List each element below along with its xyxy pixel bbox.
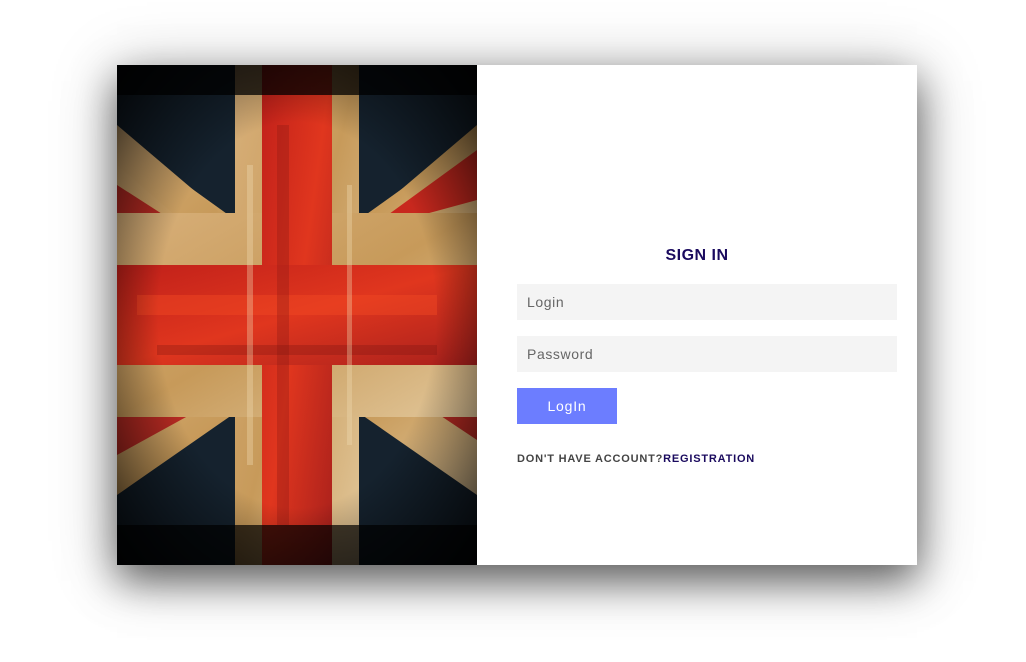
union-jack-image <box>117 65 477 565</box>
login-input[interactable] <box>517 284 897 320</box>
no-account-text: DON'T HAVE ACCOUNT? <box>517 453 664 465</box>
sign-in-card: SIGN IN LogIn DON'T HAVE ACCOUNT?REGISTR… <box>117 65 917 565</box>
sign-in-title: SIGN IN <box>665 247 729 264</box>
sign-in-form: SIGN IN LogIn DON'T HAVE ACCOUNT?REGISTR… <box>477 65 917 565</box>
password-input[interactable] <box>517 336 897 372</box>
registration-prompt: DON'T HAVE ACCOUNT?REGISTRATION <box>517 453 755 465</box>
registration-link[interactable]: REGISTRATION <box>663 453 755 465</box>
login-button[interactable]: LogIn <box>517 388 617 424</box>
flag-illustration <box>117 65 477 565</box>
